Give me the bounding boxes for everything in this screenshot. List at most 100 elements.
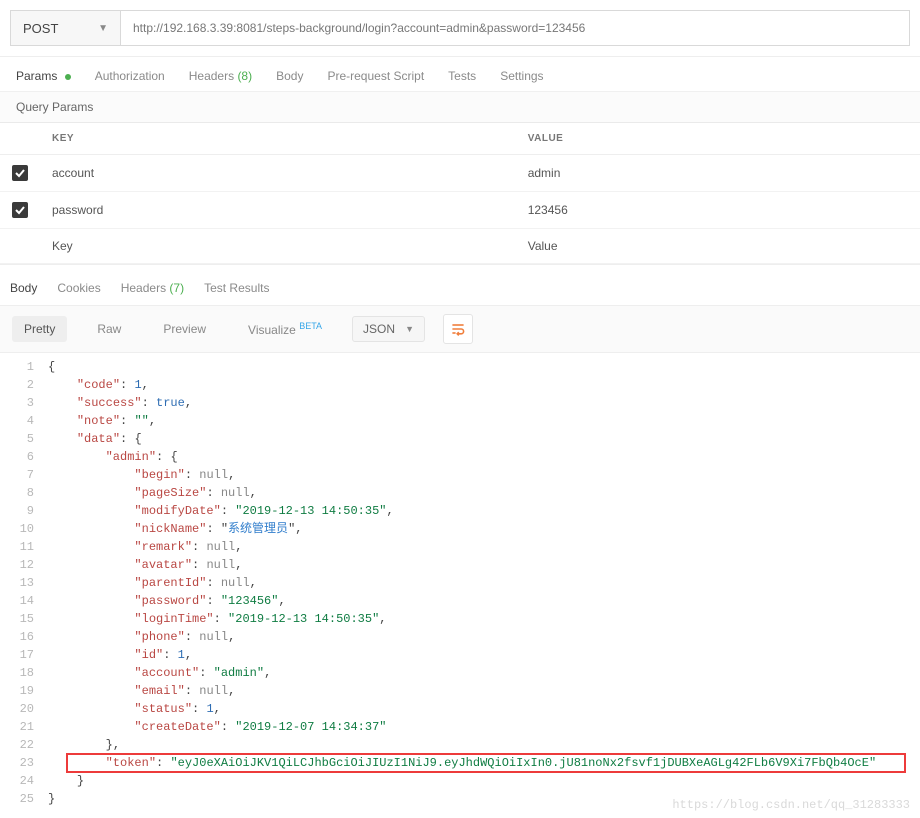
request-tabs: Params Authorization Headers (8) Body Pr… — [0, 56, 920, 91]
tab-tests[interactable]: Tests — [448, 69, 476, 83]
code-line: 11 "remark": null, — [0, 538, 920, 556]
code-text: } — [48, 772, 920, 790]
param-value[interactable]: admin — [516, 155, 920, 192]
wrap-lines-button[interactable] — [443, 314, 473, 344]
param-key-placeholder[interactable]: Key — [40, 229, 516, 264]
row-checkbox[interactable] — [12, 165, 28, 181]
code-text: "admin": { — [48, 448, 920, 466]
response-toolbar: Pretty Raw Preview Visualize BETA JSON ▼ — [0, 305, 920, 353]
code-line: 14 "password": "123456", — [0, 592, 920, 610]
tab-params[interactable]: Params — [16, 69, 71, 83]
col-value: VALUE — [516, 123, 920, 155]
format-dropdown[interactable]: JSON ▼ — [352, 316, 425, 342]
tab-resp-headers[interactable]: Headers (7) — [121, 281, 184, 295]
response-body[interactable]: 1{2 "code": 1,3 "success": true,4 "note"… — [0, 353, 920, 818]
code-text: "createDate": "2019-12-07 14:34:37" — [48, 718, 920, 736]
param-value[interactable]: 123456 — [516, 192, 920, 229]
chevron-down-icon: ▼ — [98, 23, 108, 34]
code-text: { — [48, 358, 920, 376]
tab-headers-label: Headers — [189, 69, 234, 83]
code-text: "nickName": "系统管理员", — [48, 520, 920, 538]
tab-test-results[interactable]: Test Results — [204, 281, 269, 295]
code-line: 7 "begin": null, — [0, 466, 920, 484]
view-visualize[interactable]: Visualize BETA — [236, 315, 334, 343]
line-number: 11 — [0, 538, 48, 556]
line-number: 10 — [0, 520, 48, 538]
line-number: 2 — [0, 376, 48, 394]
code-line: 19 "email": null, — [0, 682, 920, 700]
code-line: 21 "createDate": "2019-12-07 14:34:37" — [0, 718, 920, 736]
code-text: "avatar": null, — [48, 556, 920, 574]
url-text: http://192.168.3.39:8081/steps-backgroun… — [133, 21, 585, 35]
view-pretty[interactable]: Pretty — [12, 316, 67, 342]
line-number: 4 — [0, 412, 48, 430]
code-text: "status": 1, — [48, 700, 920, 718]
line-number: 23 — [0, 754, 48, 772]
url-input[interactable]: http://192.168.3.39:8081/steps-backgroun… — [120, 10, 910, 46]
code-line: 12 "avatar": null, — [0, 556, 920, 574]
tab-pre-request[interactable]: Pre-request Script — [327, 69, 424, 83]
param-key[interactable]: password — [40, 192, 516, 229]
query-params-table: KEY VALUE account admin password 123456 … — [0, 123, 920, 264]
code-text: "data": { — [48, 430, 920, 448]
line-number: 8 — [0, 484, 48, 502]
tab-headers[interactable]: Headers (8) — [189, 69, 252, 83]
col-key: KEY — [40, 123, 516, 155]
code-text: "code": 1, — [48, 376, 920, 394]
code-text: "begin": null, — [48, 466, 920, 484]
row-checkbox[interactable] — [12, 202, 28, 218]
wrap-icon — [450, 321, 466, 337]
tab-resp-body[interactable]: Body — [10, 281, 37, 295]
view-visualize-label: Visualize — [248, 323, 296, 337]
code-text: "success": true, — [48, 394, 920, 412]
line-number: 13 — [0, 574, 48, 592]
http-method-label: POST — [23, 21, 58, 36]
line-number: 5 — [0, 430, 48, 448]
tab-settings[interactable]: Settings — [500, 69, 543, 83]
tab-params-label: Params — [16, 69, 57, 83]
code-line: 23 "token": "eyJ0eXAiOiJKV1QiLCJhbGciOiJ… — [0, 754, 920, 772]
code-line: 2 "code": 1, — [0, 376, 920, 394]
view-raw[interactable]: Raw — [85, 316, 133, 342]
code-line: 15 "loginTime": "2019-12-13 14:50:35", — [0, 610, 920, 628]
code-line: 20 "status": 1, — [0, 700, 920, 718]
code-line: 1{ — [0, 358, 920, 376]
beta-badge: BETA — [299, 321, 322, 331]
line-number: 16 — [0, 628, 48, 646]
http-method-dropdown[interactable]: POST ▼ — [10, 10, 120, 46]
param-value-placeholder[interactable]: Value — [516, 229, 920, 264]
code-text: "email": null, — [48, 682, 920, 700]
line-number: 18 — [0, 664, 48, 682]
code-text: "parentId": null, — [48, 574, 920, 592]
table-row[interactable]: Key Value — [0, 229, 920, 264]
format-label: JSON — [363, 322, 395, 336]
code-text: "modifyDate": "2019-12-13 14:50:35", — [48, 502, 920, 520]
tab-body[interactable]: Body — [276, 69, 303, 83]
line-number: 3 — [0, 394, 48, 412]
code-text: "note": "", — [48, 412, 920, 430]
code-line: 10 "nickName": "系统管理员", — [0, 520, 920, 538]
query-params-header: Query Params — [0, 91, 920, 123]
table-row[interactable]: account admin — [0, 155, 920, 192]
table-row[interactable]: password 123456 — [0, 192, 920, 229]
status-dot-icon — [65, 74, 71, 80]
resp-headers-count: (7) — [169, 281, 184, 295]
line-number: 22 — [0, 736, 48, 754]
response-tabs: Body Cookies Headers (7) Test Results — [0, 264, 920, 305]
tab-resp-cookies[interactable]: Cookies — [57, 281, 100, 295]
code-line: 4 "note": "", — [0, 412, 920, 430]
line-number: 20 — [0, 700, 48, 718]
view-preview[interactable]: Preview — [151, 316, 218, 342]
code-text: "pageSize": null, — [48, 484, 920, 502]
param-key[interactable]: account — [40, 155, 516, 192]
code-line: 24 } — [0, 772, 920, 790]
code-line: 5 "data": { — [0, 430, 920, 448]
tab-authorization[interactable]: Authorization — [95, 69, 165, 83]
code-text: "account": "admin", — [48, 664, 920, 682]
code-text: "remark": null, — [48, 538, 920, 556]
check-icon — [15, 205, 25, 215]
line-number: 15 — [0, 610, 48, 628]
line-number: 12 — [0, 556, 48, 574]
line-number: 21 — [0, 718, 48, 736]
line-number: 14 — [0, 592, 48, 610]
